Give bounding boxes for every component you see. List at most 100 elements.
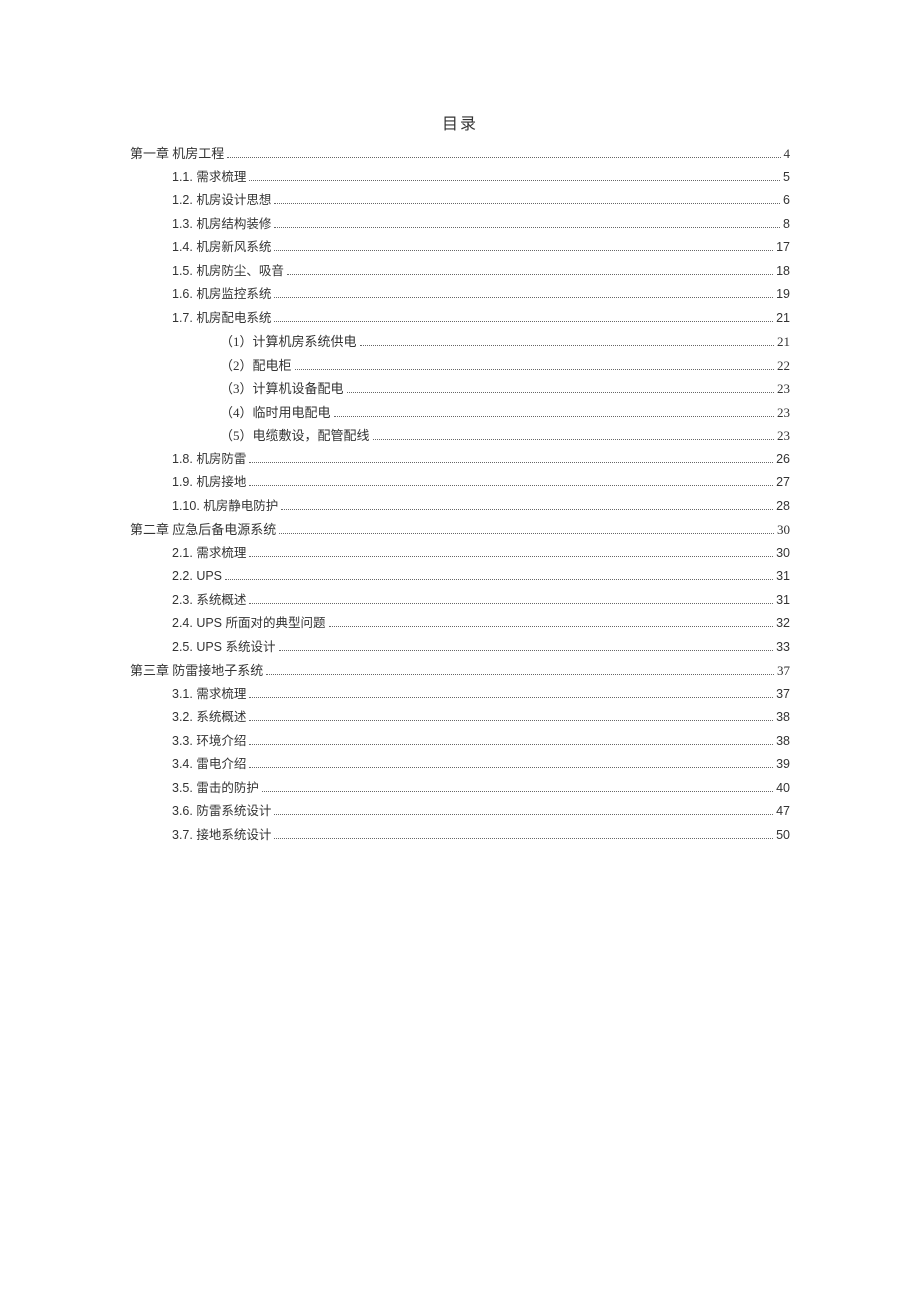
toc-entry-label: 2.5. UPS 系统设计 [172, 636, 276, 660]
toc-title: 目录 [130, 110, 790, 134]
toc-entry-page: 23 [777, 424, 790, 448]
toc-entry-page: 30 [776, 542, 790, 566]
toc-entry[interactable]: 1.6. 机房监控系统 19 [130, 283, 790, 307]
toc-leader-dots [287, 274, 773, 275]
toc-entry[interactable]: 1.3. 机房结构装修 8 [130, 213, 790, 237]
toc-entry[interactable]: 第三章 防雷接地子系统37 [130, 659, 790, 683]
toc-entry-page: 40 [776, 777, 790, 801]
toc-entry-label: 3.7. 接地系统设计 [172, 824, 271, 848]
toc-entry-page: 19 [776, 283, 790, 307]
toc-entry-page: 37 [777, 659, 790, 683]
toc-entry-label: 1.10. 机房静电防护 [172, 495, 278, 519]
toc-entry-page: 37 [776, 683, 790, 707]
toc-entry-page: 47 [776, 800, 790, 824]
toc-entry-page: 23 [777, 401, 790, 425]
toc-leader-dots [281, 509, 773, 510]
toc-entry[interactable]: 1.5. 机房防尘、吸音18 [130, 260, 790, 284]
toc-entry-label: 1.1. 需求梳理 [172, 166, 246, 190]
toc-entry[interactable]: 3.3. 环境介绍 38 [130, 730, 790, 754]
toc-entry-label: （2）配电柜 [220, 354, 292, 378]
toc-entry-label: 1.2. 机房设计思想 [172, 189, 271, 213]
toc-entry-label: （3）计算机设备配电 [220, 377, 344, 401]
toc-entry[interactable]: 1.9. 机房接地27 [130, 471, 790, 495]
toc-leader-dots [249, 767, 773, 768]
toc-entry-page: 38 [776, 730, 790, 754]
toc-entry-page: 32 [776, 612, 790, 636]
toc-leader-dots [334, 416, 774, 417]
toc-entry-label: 2.4. UPS 所面对的典型问题 [172, 612, 326, 636]
toc-entry[interactable]: 2.4. UPS 所面对的典型问题 32 [130, 612, 790, 636]
toc-entry-page: 31 [776, 589, 790, 613]
toc-leader-dots [373, 439, 774, 440]
toc-entry[interactable]: 3.5. 雷击的防护 40 [130, 777, 790, 801]
toc-entry-label: （5）电缆敷设，配管配线 [220, 424, 370, 448]
toc-entry[interactable]: 1.7. 机房配电系统21 [130, 307, 790, 331]
toc-entry[interactable]: 3.2. 系统概述38 [130, 706, 790, 730]
toc-entry-page: 5 [783, 166, 790, 190]
toc-entry[interactable]: 3.7. 接地系统设计 50 [130, 824, 790, 848]
toc-entry-label: 2.1. 需求梳理 [172, 542, 246, 566]
toc-leader-dots [274, 203, 780, 204]
toc-leader-dots [249, 485, 773, 486]
toc-entry-page: 17 [776, 236, 790, 260]
toc-entry-label: 2.2. UPS [172, 565, 222, 589]
toc-entry-label: 1.3. 机房结构装修 [172, 213, 271, 237]
toc-entry-label: 3.6. 防雷系统设计 [172, 800, 271, 824]
toc-entry-page: 21 [777, 330, 790, 354]
toc-leader-dots [249, 697, 773, 698]
toc-entry-label: 3.5. 雷击的防护 [172, 777, 259, 801]
toc-entry[interactable]: 2.3. 系统概述31 [130, 589, 790, 613]
toc-leader-dots [360, 345, 774, 346]
toc-entry-page: 8 [783, 213, 790, 237]
toc-entry[interactable]: 第一章 机房工程 4 [130, 142, 790, 166]
toc-leader-dots [249, 744, 773, 745]
toc-leader-dots [262, 791, 773, 792]
toc-entry[interactable]: 1.4. 机房新风系统17 [130, 236, 790, 260]
toc-entry-page: 4 [784, 142, 791, 166]
toc-entry-page: 50 [776, 824, 790, 848]
toc-entry-page: 38 [776, 706, 790, 730]
toc-leader-dots [249, 556, 773, 557]
toc-entry-page: 33 [776, 636, 790, 660]
toc-container: 第一章 机房工程41.1. 需求梳理51.2. 机房设计思想61.3. 机房结构… [130, 142, 790, 847]
toc-entry[interactable]: 2.1. 需求梳理 30 [130, 542, 790, 566]
toc-leader-dots [274, 227, 780, 228]
toc-leader-dots [266, 674, 774, 675]
toc-entry[interactable]: 第二章 应急后备电源系统 30 [130, 518, 790, 542]
toc-entry-label: 1.8. 机房防雷 [172, 448, 246, 472]
toc-entry[interactable]: 1.2. 机房设计思想 6 [130, 189, 790, 213]
toc-entry[interactable]: （3）计算机设备配电 23 [130, 377, 790, 401]
toc-entry[interactable]: 2.5. UPS 系统设计 33 [130, 636, 790, 660]
toc-leader-dots [279, 650, 774, 651]
toc-leader-dots [329, 626, 774, 627]
toc-entry[interactable]: （5）电缆敷设，配管配线 23 [130, 424, 790, 448]
toc-entry[interactable]: 1.8. 机房防雷 26 [130, 448, 790, 472]
toc-entry[interactable]: 1.10. 机房静电防护28 [130, 495, 790, 519]
toc-leader-dots [227, 157, 780, 158]
toc-entry-label: 第二章 应急后备电源系统 [130, 518, 276, 542]
toc-entry-label: 第一章 机房工程 [130, 142, 224, 166]
toc-entry[interactable]: 3.1. 需求梳理37 [130, 683, 790, 707]
toc-entry-page: 23 [777, 377, 790, 401]
toc-entry[interactable]: （4）临时用电配电23 [130, 401, 790, 425]
toc-leader-dots [249, 720, 773, 721]
toc-entry[interactable]: 1.1. 需求梳理 5 [130, 166, 790, 190]
toc-entry-label: （1）计算机房系统供电 [220, 330, 357, 354]
toc-entry-page: 22 [777, 354, 790, 378]
toc-entry[interactable]: 2.2. UPS31 [130, 565, 790, 589]
toc-entry-label: 3.3. 环境介绍 [172, 730, 246, 754]
toc-entry-label: 1.6. 机房监控系统 [172, 283, 271, 307]
toc-entry-page: 30 [777, 518, 790, 542]
toc-entry-label: 1.7. 机房配电系统 [172, 307, 271, 331]
toc-entry[interactable]: （2）配电柜 22 [130, 354, 790, 378]
toc-entry[interactable]: 3.6. 防雷系统设计 47 [130, 800, 790, 824]
toc-entry-label: 1.9. 机房接地 [172, 471, 246, 495]
toc-entry-page: 26 [776, 448, 790, 472]
toc-entry-page: 6 [783, 189, 790, 213]
toc-entry-page: 39 [776, 753, 790, 777]
toc-entry[interactable]: （1）计算机房系统供电 21 [130, 330, 790, 354]
toc-leader-dots [274, 321, 773, 322]
toc-entry[interactable]: 3.4. 雷电介绍39 [130, 753, 790, 777]
toc-leader-dots [274, 297, 773, 298]
toc-leader-dots [295, 369, 774, 370]
